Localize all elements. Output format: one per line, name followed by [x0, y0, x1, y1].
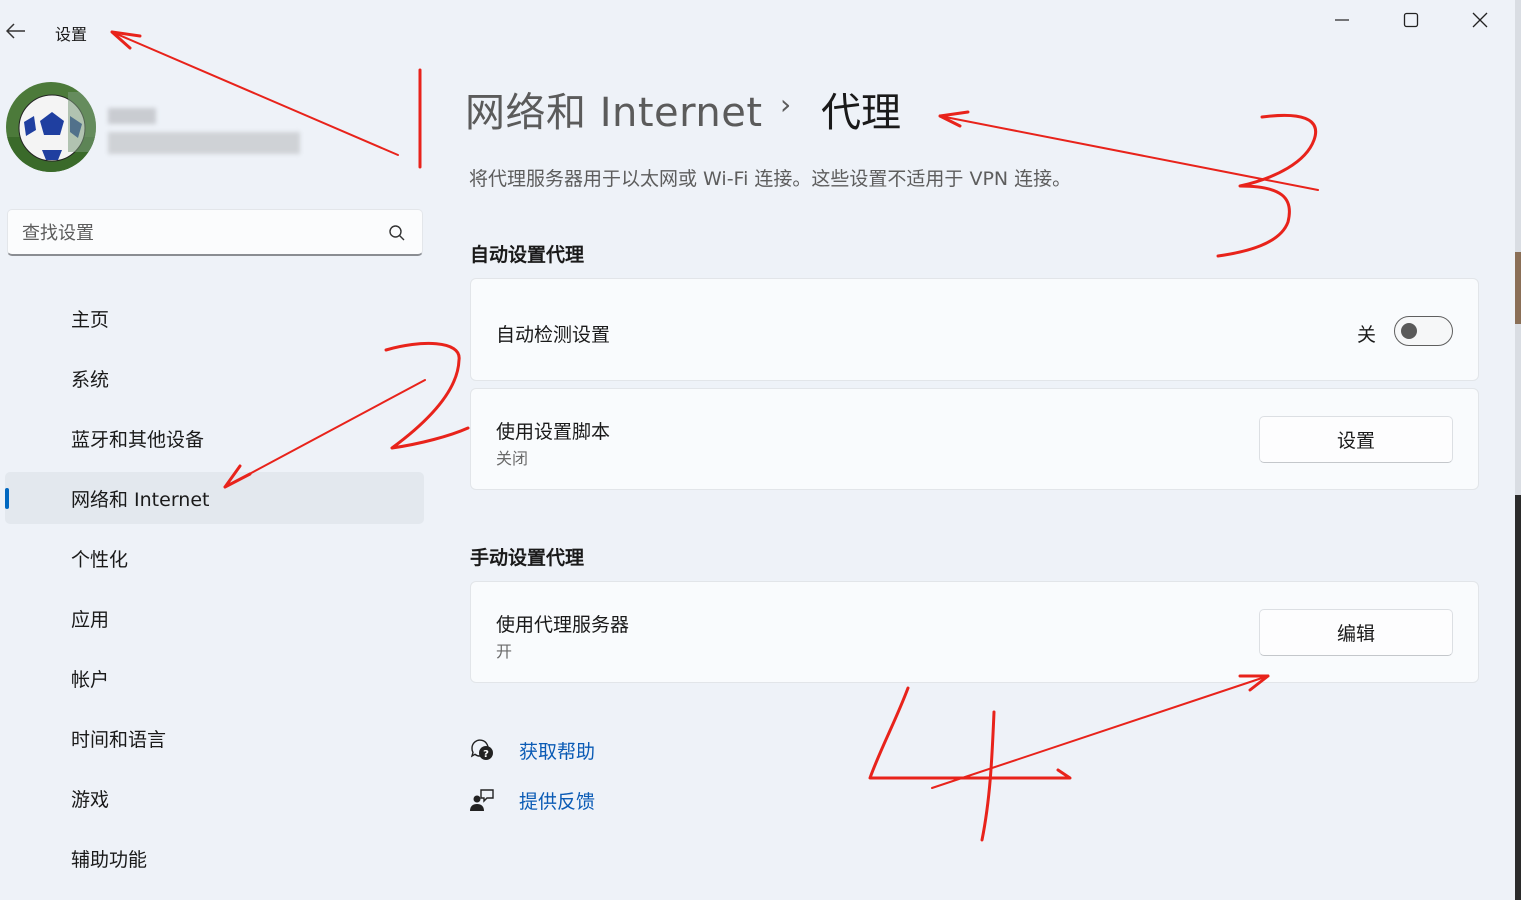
- app-title: 设置: [55, 25, 88, 44]
- sidebar-item-label: 游戏: [71, 788, 110, 811]
- back-arrow-icon: [6, 23, 25, 39]
- proxy-server-title: 使用代理服务器: [496, 614, 630, 636]
- sidebar-item-system[interactable]: 系统: [5, 352, 424, 404]
- breadcrumb-parent[interactable]: 网络和 Internet: [465, 80, 763, 138]
- annotation-number-3: [1216, 113, 1318, 258]
- feedback-label[interactable]: 提供反馈: [519, 787, 595, 814]
- maximize-button[interactable]: [1391, 8, 1431, 32]
- breadcrumb-chevron-icon: ›: [780, 88, 792, 121]
- sidebar-item-network[interactable]: 网络和 Internet: [5, 472, 424, 524]
- sidebar-item-gaming[interactable]: 游戏: [5, 772, 424, 824]
- close-button[interactable]: [1460, 8, 1500, 32]
- auto-detect-card: 自动检测设置 关: [470, 278, 1479, 381]
- help-chat-icon: ?: [470, 739, 493, 760]
- background-window-edge: [1515, 0, 1521, 900]
- minimize-button[interactable]: [1322, 8, 1362, 32]
- sidebar-item-label: 应用: [71, 608, 110, 631]
- auto-detect-title: 自动检测设置: [496, 324, 611, 346]
- section-title-manual-proxy: 手动设置代理: [470, 547, 585, 569]
- auto-detect-toggle-state: 关: [1356, 324, 1376, 346]
- sidebar-item-label: 主页: [71, 308, 110, 331]
- sidebar-item-home[interactable]: 主页: [5, 292, 424, 344]
- sidebar-item-label: 帐户: [71, 668, 110, 691]
- get-help-label[interactable]: 获取帮助: [519, 737, 595, 764]
- search-box[interactable]: [7, 209, 423, 256]
- minimize-icon: [1335, 19, 1349, 21]
- annotation-arrow-4: [931, 675, 1269, 789]
- maximize-icon: [1403, 12, 1419, 28]
- feedback-link[interactable]: 提供反馈: [469, 785, 595, 815]
- sidebar-item-personalization[interactable]: 个性化: [5, 532, 424, 584]
- sidebar-item-accessibility[interactable]: 辅助功能: [5, 832, 424, 884]
- sidebar-item-label: 蓝牙和其他设备: [71, 428, 205, 451]
- sidebar-item-accounts[interactable]: 帐户: [5, 652, 424, 704]
- svg-text:?: ?: [483, 749, 489, 760]
- edit-proxy-button[interactable]: 编辑: [1259, 609, 1453, 656]
- setup-script-button[interactable]: 设置: [1259, 416, 1453, 463]
- sidebar-item-apps[interactable]: 应用: [5, 592, 424, 644]
- sidebar-item-label: 网络和 Internet: [71, 488, 210, 511]
- avatar[interactable]: [6, 82, 96, 172]
- sidebar-item-label: 辅助功能: [71, 848, 148, 871]
- sidebar-item-label: 时间和语言: [71, 728, 167, 751]
- setup-script-title: 使用设置脚本: [496, 421, 611, 443]
- page-description: 将代理服务器用于以太网或 Wi-Fi 连接。这些设置不适用于 VPN 连接。: [469, 168, 1072, 190]
- back-button[interactable]: [4, 18, 28, 44]
- sidebar-item-label: 个性化: [71, 548, 129, 571]
- sidebar-item-time-language[interactable]: 时间和语言: [5, 712, 424, 764]
- sidebar-item-label: 系统: [71, 368, 110, 391]
- user-name-redacted: [108, 108, 156, 124]
- page-title: 代理: [821, 90, 901, 136]
- toggle-knob: [1401, 323, 1417, 339]
- auto-detect-toggle[interactable]: [1394, 316, 1453, 346]
- search-icon[interactable]: [388, 224, 406, 242]
- close-icon: [1472, 12, 1488, 28]
- proxy-server-card: 使用代理服务器 开 编辑: [470, 581, 1479, 683]
- setup-script-card: 使用设置脚本 关闭 设置: [470, 388, 1479, 490]
- sidebar-item-bluetooth[interactable]: 蓝牙和其他设备: [5, 412, 424, 464]
- feedback-person-icon: [470, 789, 494, 811]
- soccer-ball-avatar-icon: [6, 82, 96, 172]
- setup-script-status: 关闭: [496, 449, 529, 468]
- user-email-redacted: [108, 132, 300, 154]
- get-help-link[interactable]: ? 获取帮助: [469, 735, 595, 765]
- section-title-auto-proxy: 自动设置代理: [470, 244, 585, 266]
- proxy-server-status: 开: [496, 642, 513, 661]
- annotation-number-4: [868, 686, 1072, 780]
- search-input[interactable]: [22, 220, 362, 246]
